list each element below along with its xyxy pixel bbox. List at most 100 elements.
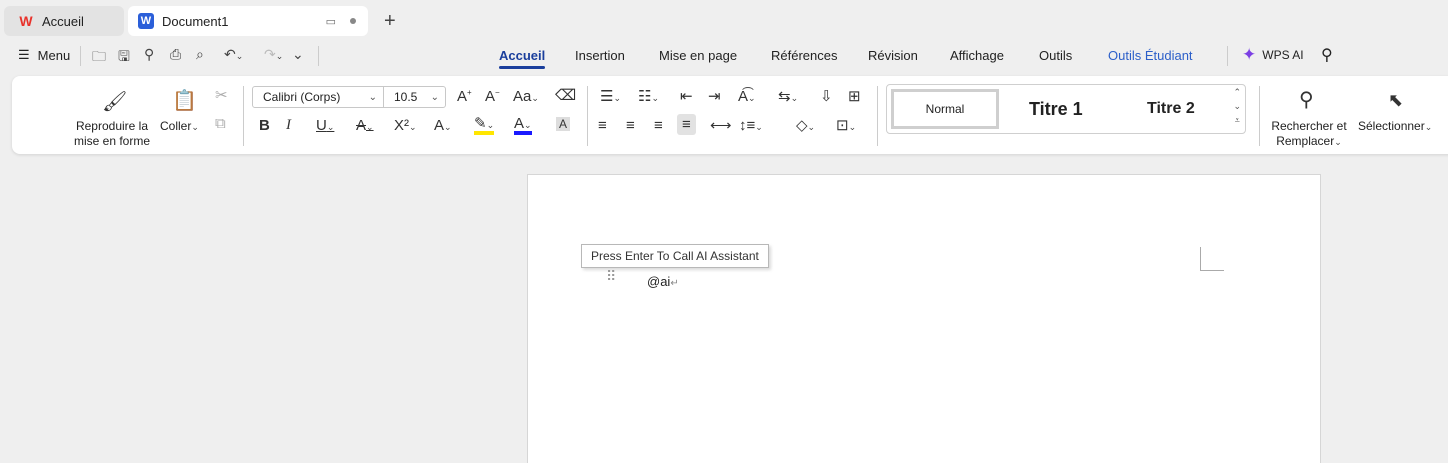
wps-ai-button[interactable]: ✦ WPS AI [1242,45,1304,65]
select-button[interactable]: Sélectionner⌄ [1358,119,1432,133]
divider [587,86,588,146]
char-shading-icon[interactable]: A [556,117,571,131]
divider [318,46,319,66]
bold-icon[interactable]: B [259,118,270,133]
text-direction-icon[interactable]: ⇆⌄ [778,89,798,104]
style-titre-2[interactable]: Titre 2 [1147,100,1195,118]
margin-corner-mark [1200,247,1224,271]
tab-references[interactable]: Références [771,48,837,63]
distribute-icon[interactable]: ⟷ [710,118,732,133]
menu-button[interactable]: ☰ Menu [18,47,70,63]
tab-insertion[interactable]: Insertion [575,48,625,63]
format-painter-label-2: mise en forme [73,134,151,148]
borders-icon[interactable]: ⊡⌄ [836,118,856,133]
tab-outils-etudiant[interactable]: Outils Étudiant [1108,48,1193,63]
more-styles-icon[interactable]: ⩡ [1235,115,1240,126]
divider [243,86,244,146]
menu-row: ☰ Menu 🗀 🖫 ⚲ ⎙ ⌕ ↶⌄ ↷⌄ ⌄ Accueil Inserti… [0,42,1448,70]
tab-accueil-ribbon[interactable]: Accueil [499,48,546,69]
copy-icon[interactable]: ⧉ [215,116,226,131]
align-left-icon[interactable]: ≡ [598,118,607,133]
tab-affichage[interactable]: Affichage [950,48,1004,63]
font-family-select[interactable]: Calibri (Corps) ⌄ [252,86,384,108]
new-tab-button[interactable]: + [384,10,396,33]
font-size-select[interactable]: 10.5 ⌄ [383,86,446,108]
highlight-icon[interactable]: ✎⌄ [474,116,495,135]
shading-icon[interactable]: ◇⌄ [796,118,815,133]
strikethrough-icon[interactable]: A⌄ [356,118,374,133]
tab-document1[interactable]: W Document1 ▭ [128,6,368,36]
sort-icon[interactable]: ⇩ [820,89,833,104]
increase-indent-icon[interactable]: ⇥ [708,89,721,104]
change-case-icon[interactable]: Aa⌄ [513,89,539,104]
divider [1259,86,1260,146]
monitor-icon[interactable]: ▭ [326,15,336,28]
superscript-icon[interactable]: X²⌄ [394,118,417,133]
tab-outils[interactable]: Outils [1039,48,1072,63]
tab-mise-en-page[interactable]: Mise en page [659,48,737,63]
menu-label: Menu [37,47,71,63]
paste-button[interactable]: Coller⌄ [160,119,199,133]
search-icon[interactable]: ⚲ [1321,45,1333,65]
clipboard-icon: 📋 [172,90,197,112]
hamburger-icon: ☰ [18,47,30,62]
drag-handle-icon[interactable]: ⠿ [606,269,616,283]
cut-icon[interactable]: ✂ [215,88,228,103]
italic-icon[interactable]: I [286,118,291,133]
font-color-icon[interactable]: A⌄ [514,116,532,135]
grow-font-icon[interactable]: A+ [457,89,472,105]
export-pdf-icon[interactable]: ⚲ [144,46,154,63]
unsaved-dot-icon[interactable] [350,18,356,24]
select-label: Sélectionner [1358,119,1425,133]
chevron-down-icon: ⌄ [430,91,439,103]
clear-format-icon[interactable]: ⌫ [555,88,576,103]
print-preview-icon[interactable]: ⌕ [196,46,204,63]
style-normal[interactable]: Normal [891,89,999,129]
chevron-up-icon[interactable]: ⌃ [1233,87,1241,98]
show-marks-icon[interactable]: ⊞ [848,89,861,104]
format-painter-button[interactable]: Reproduire la mise en forme [72,119,152,149]
divider [80,46,81,66]
asian-layout-icon[interactable]: A͡⌄ [738,89,756,104]
styles-scroll[interactable]: ⌃ ⌄ ⩡ [1233,87,1241,126]
numbered-list-icon[interactable]: ☷⌄ [638,89,659,104]
font-family-value: Calibri (Corps) [263,90,341,104]
document-page[interactable] [527,174,1321,463]
line-spacing-icon[interactable]: ↕≡⌄ [739,118,763,133]
styles-gallery: Normal Titre 1 Titre 2 ⌃ ⌄ ⩡ [886,84,1246,134]
find-icon: ⚲ [1299,89,1314,111]
customize-chevron-icon[interactable]: ⌄ [292,46,304,63]
tab-label: Document1 [162,13,229,29]
save-icon[interactable]: 🖫 [118,46,130,70]
tab-revision[interactable]: Révision [868,48,918,63]
chevron-down-icon[interactable]: ⌄ [1233,101,1241,112]
style-titre-1[interactable]: Titre 1 [1029,99,1083,120]
decrease-indent-icon[interactable]: ⇤ [680,89,693,104]
typed-text[interactable]: @ai↵ [647,274,679,289]
tab-label: Accueil [42,13,84,29]
typed-text-value: @ai [647,274,671,289]
divider [877,86,878,146]
paragraph-mark-icon: ↵ [670,278,679,289]
text-effects-icon[interactable]: A⌄ [434,118,452,133]
ai-assistant-tooltip: Press Enter To Call AI Assistant [581,244,769,268]
divider [1227,46,1228,66]
ribbon: 🖌 Reproduire la mise en forme 📋 Coller⌄ … [12,76,1448,154]
format-painter-label-1: Reproduire la [75,119,149,133]
justify-icon[interactable]: ≡ [677,114,696,135]
wps-logo-icon: W [19,13,33,29]
shrink-font-icon[interactable]: A− [485,89,500,105]
underline-icon[interactable]: U⌄ [316,118,334,133]
print-icon[interactable]: ⎙ [170,46,181,63]
font-size-value: 10.5 [394,90,418,104]
align-right-icon[interactable]: ≡ [654,118,663,133]
align-center-icon[interactable]: ≡ [626,118,635,133]
redo-icon[interactable]: ↷⌄ [264,46,283,63]
tab-accueil[interactable]: W Accueil [4,6,124,36]
chevron-down-icon: ⌄ [368,91,377,103]
open-folder-icon[interactable]: 🗀 [92,46,106,70]
find-replace-button[interactable]: Rechercher et Remplacer⌄ [1268,119,1350,150]
undo-icon[interactable]: ↶⌄ [224,46,243,63]
bullet-list-icon[interactable]: ☰⌄ [600,89,621,104]
wps-ai-label: WPS AI [1262,48,1304,62]
